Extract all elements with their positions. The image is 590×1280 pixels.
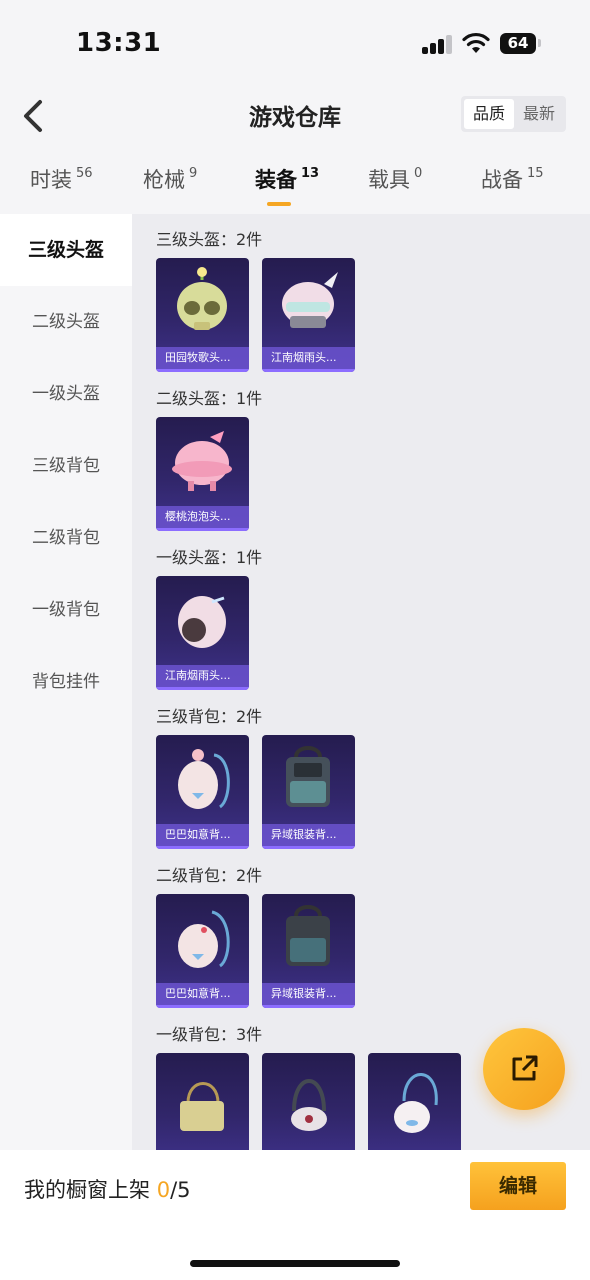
quality-stripe [262, 846, 355, 849]
status-time: 13:31 [76, 28, 162, 58]
sort-quality-button[interactable]: 品质 [464, 99, 514, 129]
share-button[interactable] [483, 1028, 565, 1110]
sidebar-item-backpack-charm[interactable]: 背包挂件 [0, 646, 132, 718]
sort-toggle: 品质 最新 [461, 96, 566, 132]
backpack-icon [178, 749, 230, 809]
helmet-icon [172, 431, 232, 491]
sidebar-item-level2-backpack[interactable]: 二级背包 [0, 502, 132, 574]
quality-stripe [156, 528, 249, 531]
quality-stripe [262, 1005, 355, 1008]
helmet-icon [177, 267, 227, 330]
active-tab-indicator [267, 202, 291, 206]
category-sidebar: 三级头盔 二级头盔 一级头盔 三级背包 二级背包 一级背包 背包挂件 [0, 214, 132, 1150]
section-title: 二级头盔：1件 [156, 389, 263, 408]
item-name: 巴巴如意背... [156, 824, 249, 846]
item-card[interactable] [262, 1053, 355, 1150]
home-indicator [190, 1260, 400, 1267]
item-card[interactable]: 江南烟雨头... [156, 576, 249, 690]
section-title: 三级背包：2件 [156, 707, 263, 726]
item-name: 樱桃泡泡头... [156, 506, 249, 528]
section-title: 一级头盔：1件 [156, 548, 263, 567]
tab-battle-gear[interactable]: 战备 15 [481, 164, 544, 194]
tab-vehicles[interactable]: 载具 0 [368, 164, 422, 194]
section-title: 二级背包：2件 [156, 866, 263, 885]
wifi-icon [462, 32, 490, 53]
tab-equipment[interactable]: 装备 13 [255, 164, 319, 194]
nav-header: 游戏仓库 品质 最新 [0, 88, 590, 144]
item-card[interactable]: 巴巴如意背... [156, 894, 249, 1008]
item-name: 江南烟雨头... [262, 347, 355, 369]
item-card[interactable]: 江南烟雨头... [262, 258, 355, 372]
status-bar: 13:31 64 [0, 0, 590, 88]
item-name: 田园牧歌头... [156, 347, 249, 369]
tab-count: 13 [301, 166, 320, 181]
battery-icon: 64 [500, 33, 536, 54]
backpack-icon [291, 1079, 327, 1131]
helmet-icon [282, 272, 338, 328]
item-name: 江南烟雨头... [156, 665, 249, 687]
showcase-count: 0 [156, 1178, 171, 1202]
backpack-icon [394, 1073, 438, 1133]
item-grid: 三级头盔：2件 田园牧歌头... 江南烟雨头... 二级头盔：1件 樱桃泡泡头.… [132, 214, 590, 1150]
item-name: 异域银装背... [262, 824, 355, 846]
sidebar-item-level1-helmet[interactable]: 一级头盔 [0, 358, 132, 430]
item-card[interactable]: 田园牧歌头... [156, 258, 249, 372]
cellular-signal-icon [422, 34, 454, 54]
item-card[interactable] [368, 1053, 461, 1150]
quality-stripe [156, 1005, 249, 1008]
item-card[interactable]: 异域银装背... [262, 894, 355, 1008]
sidebar-item-level2-helmet[interactable]: 二级头盔 [0, 286, 132, 358]
category-tabs: 时装 56 枪械 9 装备 13 载具 0 战备 15 [0, 144, 590, 214]
tab-count: 56 [76, 166, 93, 181]
quality-stripe [156, 369, 249, 372]
tab-count: 9 [189, 166, 198, 181]
quality-stripe [262, 369, 355, 372]
item-card[interactable]: 樱桃泡泡头... [156, 417, 249, 531]
tab-guns[interactable]: 枪械 9 [143, 164, 197, 194]
helmet-icon [178, 596, 226, 648]
share-external-icon [512, 1055, 538, 1081]
item-name: 异域银装背... [262, 983, 355, 1005]
item-card[interactable]: 巴巴如意背... [156, 735, 249, 849]
sidebar-item-level1-backpack[interactable]: 一级背包 [0, 574, 132, 646]
section-title: 三级头盔：2件 [156, 230, 263, 249]
showcase-status: 我的橱窗上架 0/5 [24, 1178, 191, 1202]
tab-count: 15 [527, 166, 544, 181]
item-name: 巴巴如意背... [156, 983, 249, 1005]
tab-count: 0 [414, 166, 423, 181]
sidebar-item-level3-backpack[interactable]: 三级背包 [0, 430, 132, 502]
sort-latest-button[interactable]: 最新 [514, 99, 564, 129]
section-title: 一级背包：3件 [156, 1025, 263, 1044]
quality-stripe [156, 687, 249, 690]
quality-stripe [156, 846, 249, 849]
showcase-bar: 我的橱窗上架 0/5 编辑 [0, 1150, 590, 1280]
tab-fashion[interactable]: 时装 56 [30, 164, 93, 194]
backpack-icon [286, 746, 330, 807]
sidebar-item-level3-helmet[interactable]: 三级头盔 [0, 214, 132, 286]
item-card[interactable] [156, 1053, 249, 1150]
battery-tip [538, 39, 541, 47]
backpack-icon [180, 1082, 224, 1131]
backpack-icon [178, 910, 230, 968]
backpack-icon [286, 905, 330, 966]
edit-button[interactable]: 编辑 [470, 1162, 566, 1210]
showcase-total: /5 [170, 1178, 191, 1202]
item-card[interactable]: 异域银装背... [262, 735, 355, 849]
